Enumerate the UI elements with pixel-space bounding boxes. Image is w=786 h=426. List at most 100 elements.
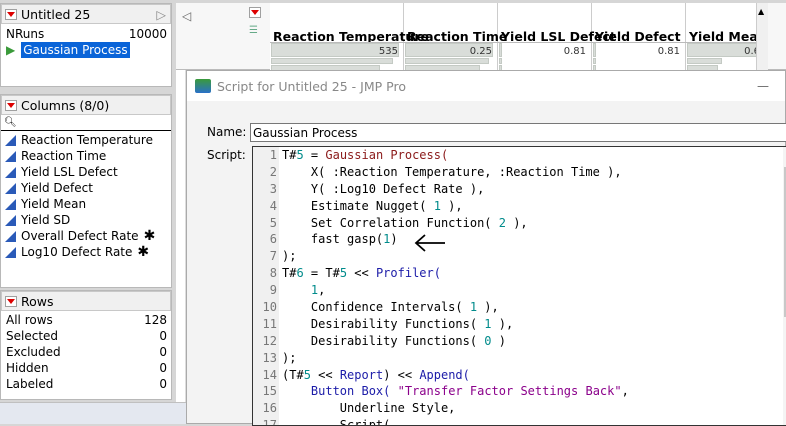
code-line[interactable]: X( :Reaction Temperature, :Reaction Time… [282,164,629,181]
code-line[interactable]: Desirability Functions( 0 ) [282,333,629,350]
red-triangle-menu-icon[interactable] [5,295,17,307]
formula-asterisk-icon: ✱ [137,244,150,260]
code-line[interactable]: Estimate Nugget( 1 ), [282,198,629,215]
code-line[interactable]: (T#5 << Report) << Append( [282,367,629,384]
column-label: Yield Mean [21,197,87,211]
continuous-column-icon [5,198,16,210]
line-number: 11 [262,316,277,331]
rows-panel-header[interactable]: Rows [1,291,171,311]
minimize-button[interactable]: — [757,79,769,93]
table-panel-header[interactable]: Untitled 25 ▷ [1,4,171,24]
continuous-column-icon [5,134,16,146]
grid-cell[interactable]: 0.81 [564,46,586,57]
continuous-column-icon [5,230,16,242]
line-number: 16 [262,401,277,416]
jmp-script-icon [195,79,211,93]
column-label: Reaction Time [21,149,107,163]
line-number: 3 [269,181,277,196]
collapse-arrow-icon[interactable]: ▷ [156,7,166,22]
line-number: 5 [269,215,277,230]
column-label: Yield SD [21,213,71,227]
continuous-column-icon [5,150,16,162]
table-title: Untitled 25 [21,6,91,22]
rows-stat: Hidden 0 [6,361,167,375]
collapse-left-icon[interactable]: ◁ [182,9,191,23]
column-item[interactable]: Reaction Temperature [1,132,171,148]
table-script-gaussian-process[interactable]: ▶ Gaussian Process [1,42,171,58]
line-number: 13 [262,350,277,365]
line-number: 8 [269,266,277,281]
line-number: 12 [262,333,277,348]
code-line[interactable]: Script( [282,417,629,425]
annotation-arrow-icon [414,234,445,252]
grid-cell[interactable]: 535 [379,46,398,57]
grid-cell[interactable]: 0.25 [470,46,492,57]
column-item[interactable]: Overall Defect Rate ✱ [1,228,171,244]
code-line[interactable]: fast gasp(1) [282,231,629,248]
row-headers [176,70,186,402]
window-title: Script for Untitled 25 - JMP Pro [217,78,406,94]
red-triangle-menu-icon[interactable] [5,8,17,20]
column-label: Log10 Defect Rate [21,245,133,259]
column-label: Yield Defect [21,181,93,195]
continuous-column-icon [5,246,16,258]
code-line[interactable]: ); [282,248,629,265]
rows-stat: Labeled 0 [6,377,167,391]
script-editor[interactable]: 1 2 3 4 5 6 7 8 9 10 11 12 13 14 15 16 17 T#5 = Gaussian… [252,146,786,426]
histogram-bar [593,58,596,64]
column-item[interactable]: Log10 Defect Rate ✱ [1,244,171,260]
column-label: Overall Defect Rate [21,229,139,243]
code-line[interactable]: Set Correlation Function( 2 ), [282,215,629,232]
table-variable: NRuns 10000 [6,27,167,41]
line-number: 1 [269,148,277,162]
column-item[interactable]: Yield SD [1,212,171,228]
script-window: Script for Untitled 25 - JMP Pro — Name:… [186,70,786,426]
histogram-bar [499,58,502,64]
line-number: 10 [262,300,277,315]
formula-asterisk-icon: ✱ [143,228,156,244]
red-triangle-menu-icon[interactable] [5,99,17,111]
column-label: Reaction Temperature [21,133,153,147]
code-line[interactable]: 1, [282,282,629,299]
column-item[interactable]: Yield Defect [1,180,171,196]
columns-panel-header[interactable]: Columns (8/0) [1,95,171,115]
column-search-input[interactable]: 🔍︎ [1,115,171,131]
continuous-column-icon [5,166,16,178]
line-number: 14 [262,367,277,382]
rows-stat: Selected 0 [6,329,167,343]
window-title-bar: Script for Untitled 25 - JMP Pro — [187,71,785,101]
rows-stat: All rows 128 [6,313,167,327]
code-line[interactable]: T#5 = Gaussian Process( [282,147,629,164]
column-stats-icon: ☰ [249,25,258,36]
histogram-bar [593,43,596,57]
histogram-bar [499,43,502,57]
line-number: 6 [269,232,277,247]
grid-scrollbar[interactable]: ▲ [756,3,768,70]
continuous-column-icon [5,182,16,194]
column-item[interactable]: Yield LSL Defect [1,164,171,180]
rows-panel: Rows All rows 128 Selected 0 Excluded 0 Hidden… [0,290,172,400]
play-script-icon[interactable]: ▶ [6,42,15,58]
column-item[interactable]: Yield Mean [1,196,171,212]
line-number: 4 [269,198,277,213]
code-line[interactable]: ); [282,350,629,367]
name-label: Name: [207,125,247,139]
column-item[interactable]: Reaction Time [1,148,171,164]
code-line[interactable]: Confidence Intervals( 1 ), [282,299,629,316]
code-line[interactable]: Underline Style, [282,400,629,417]
code-line[interactable]: Y( :Log10 Defect Rate ), [282,181,629,198]
data-grid: ◁ ☰ Reaction Temperature 535 Reaction Time… [176,3,786,71]
code-line[interactable]: T#6 = T#5 << Profiler( [282,265,629,282]
line-number: 2 [269,164,277,179]
name-input[interactable] [250,123,786,142]
code-line[interactable]: Button Box( "Transfer Factor Settings Ba… [282,383,629,400]
grid-red-triangle-icon[interactable] [249,7,261,18]
line-number: 7 [269,249,277,264]
code-line[interactable]: Desirability Functions( 1 ), [282,316,629,333]
line-number: 17 [262,418,277,426]
line-number: 9 [269,283,277,298]
grid-cell[interactable]: 0.81 [658,46,680,57]
status-bar [0,402,186,424]
histogram-bar [405,58,489,64]
search-icon: 🔍︎ [4,117,17,128]
